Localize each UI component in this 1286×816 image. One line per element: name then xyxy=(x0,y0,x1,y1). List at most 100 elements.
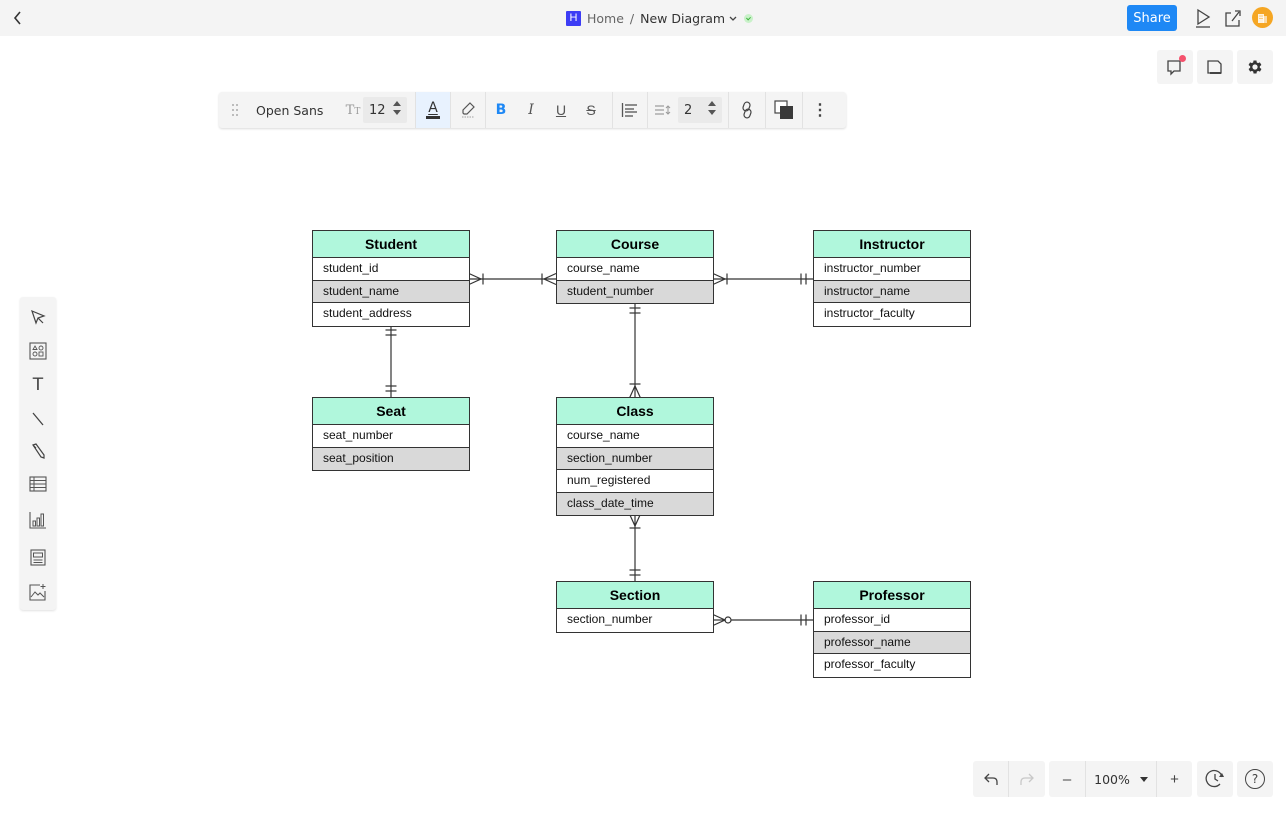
entity-field: section_number xyxy=(557,447,713,470)
entity-field: course_name xyxy=(557,425,713,448)
align-left-icon xyxy=(621,103,637,117)
italic-button[interactable]: I xyxy=(516,92,546,128)
user-avatar[interactable] xyxy=(1252,7,1273,28)
align-button[interactable] xyxy=(613,92,647,128)
line-tool[interactable] xyxy=(26,407,50,431)
chevron-down-icon[interactable] xyxy=(729,14,737,22)
entity-student[interactable]: Student student_id student_name student_… xyxy=(312,230,470,327)
chevron-left-icon xyxy=(13,11,21,25)
select-tool[interactable] xyxy=(26,305,50,329)
relationship-course-instructor[interactable] xyxy=(712,272,813,286)
highlight-button[interactable] xyxy=(451,92,485,128)
drag-handle-icon xyxy=(232,104,238,116)
toolbar-drag-handle[interactable] xyxy=(219,92,251,128)
bold-button[interactable]: B xyxy=(486,92,516,128)
format-toolbar: Open Sans TT 12 A B I U S 2 ⋮ xyxy=(219,92,846,128)
increase-arrow-icon[interactable] xyxy=(708,101,716,106)
play-icon xyxy=(1196,8,1211,28)
decrease-arrow-icon[interactable] xyxy=(393,110,401,115)
layer-order-button[interactable] xyxy=(766,92,802,128)
pages-icon xyxy=(1207,60,1222,74)
brand-logo[interactable]: H xyxy=(566,10,581,26)
breadcrumb-separator: / xyxy=(629,10,635,26)
entity-field: instructor_faculty xyxy=(824,306,915,320)
entity-field: class_date_time xyxy=(557,492,713,515)
entity-section[interactable]: Section section_number xyxy=(556,581,714,633)
relationship-section-professor[interactable] xyxy=(712,613,813,627)
zoom-level-select[interactable]: 100% xyxy=(1086,761,1156,797)
entity-field: student_name xyxy=(313,280,469,303)
breadcrumb: H Home / New Diagram xyxy=(566,9,754,27)
share-button[interactable]: Share xyxy=(1127,5,1177,31)
add-image-icon xyxy=(29,584,46,601)
more-options-button[interactable]: ⋮ xyxy=(803,92,837,128)
pages-button[interactable] xyxy=(1197,50,1233,84)
entity-field: instructor_name xyxy=(814,280,970,303)
back-button[interactable] xyxy=(8,8,28,28)
top-bar: H Home / New Diagram Share xyxy=(0,0,1286,36)
font-size-icon: TT xyxy=(345,102,361,118)
entity-professor[interactable]: Professor professor_id professor_name pr… xyxy=(813,581,971,678)
version-history-button[interactable] xyxy=(1197,761,1233,797)
entity-title: Student xyxy=(313,231,469,258)
entity-title: Course xyxy=(557,231,713,258)
relationship-student-seat[interactable] xyxy=(385,324,397,398)
font-color-button[interactable]: A xyxy=(416,92,450,128)
present-button[interactable] xyxy=(1191,6,1215,30)
entity-class[interactable]: Class course_name section_number num_reg… xyxy=(556,397,714,516)
gear-icon xyxy=(1248,60,1262,74)
left-toolbar: T xyxy=(20,297,56,610)
pencil-tool[interactable] xyxy=(26,439,50,463)
zoom-out-button[interactable]: – xyxy=(1049,761,1085,797)
strikethrough-button[interactable]: S xyxy=(576,92,606,128)
entity-field: course_name xyxy=(557,258,713,281)
chart-tool[interactable] xyxy=(26,508,50,532)
font-family-select[interactable]: Open Sans xyxy=(251,92,343,128)
line-spacing-stepper[interactable]: 2 xyxy=(678,97,722,123)
relationship-student-course[interactable] xyxy=(468,272,557,286)
settings-button[interactable] xyxy=(1237,50,1273,84)
shapes-tool[interactable] xyxy=(26,339,50,363)
entity-title: Seat xyxy=(313,398,469,425)
notification-dot xyxy=(1179,55,1186,62)
font-size-stepper[interactable]: 12 xyxy=(363,97,407,123)
history-icon xyxy=(1205,769,1224,788)
font-size-value[interactable]: 12 xyxy=(369,103,386,118)
cursor-icon xyxy=(31,309,46,325)
document-title[interactable]: New Diagram xyxy=(640,11,725,26)
help-icon: ? xyxy=(1245,769,1265,789)
entity-field: professor_id xyxy=(814,609,970,632)
underline-button[interactable]: U xyxy=(546,92,576,128)
relationship-class-section[interactable] xyxy=(628,513,642,582)
entity-field: num_registered xyxy=(557,470,713,493)
zoom-in-button[interactable]: + xyxy=(1157,761,1192,797)
entity-course[interactable]: Course course_name student_number xyxy=(556,230,714,304)
line-icon xyxy=(32,412,44,426)
link-button[interactable] xyxy=(729,92,765,128)
increase-arrow-icon[interactable] xyxy=(393,101,401,106)
table-icon xyxy=(29,476,47,492)
undo-icon xyxy=(983,773,998,785)
relationship-course-class[interactable] xyxy=(628,302,642,399)
decrease-arrow-icon[interactable] xyxy=(708,110,716,115)
table-tool[interactable] xyxy=(26,472,50,496)
breadcrumb-home-link[interactable]: Home xyxy=(587,11,624,26)
export-button[interactable] xyxy=(1221,6,1245,30)
frame-tool[interactable] xyxy=(26,545,50,569)
line-spacing-value[interactable]: 2 xyxy=(684,103,692,118)
frame-icon xyxy=(30,548,46,566)
link-icon xyxy=(742,101,752,119)
redo-button[interactable] xyxy=(1009,761,1045,797)
entity-seat[interactable]: Seat seat_number seat_position xyxy=(312,397,470,471)
image-tool[interactable] xyxy=(26,580,50,604)
comments-button[interactable] xyxy=(1157,50,1193,84)
entity-title: Class xyxy=(557,398,713,425)
undo-button[interactable] xyxy=(973,761,1008,797)
caret-down-icon xyxy=(1139,776,1148,782)
line-spacing-icon-wrap xyxy=(648,92,678,128)
entity-field: student_address xyxy=(323,306,412,320)
entity-instructor[interactable]: Instructor instructor_number instructor_… xyxy=(813,230,971,327)
help-button[interactable]: ? xyxy=(1237,761,1273,797)
saved-status-icon xyxy=(744,13,754,23)
text-tool[interactable]: T xyxy=(26,373,50,397)
